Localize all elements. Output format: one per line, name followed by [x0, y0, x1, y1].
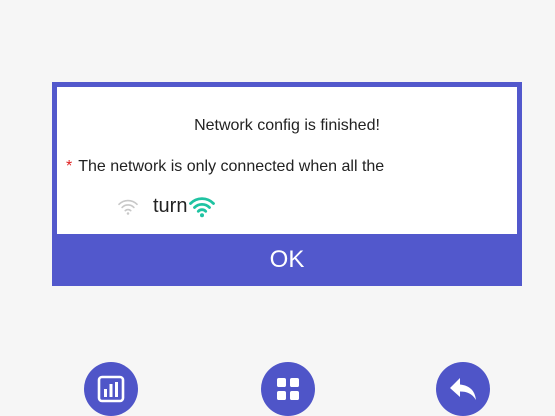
grid-menu-icon: [277, 378, 299, 400]
warning-star: *: [66, 158, 73, 175]
warning-text: The network is only connected when all t…: [78, 158, 385, 175]
menu-button[interactable]: [261, 362, 315, 416]
stats-button[interactable]: [84, 362, 138, 416]
network-config-dialog: Network config is finished! * The network…: [52, 82, 522, 286]
dialog-content: Network config is finished! * The network…: [57, 87, 517, 234]
warning-message: * The network is only connected when all …: [66, 158, 384, 176]
wifi-turn-label: turn: [153, 195, 188, 217]
dialog-title: Network config is finished!: [194, 117, 380, 134]
back-button[interactable]: [436, 362, 490, 416]
wifi-on-icon: [189, 196, 216, 217]
bar-chart-icon: [97, 375, 125, 403]
back-arrow-icon: [450, 378, 476, 400]
wifi-status-row: turn: [117, 195, 216, 218]
ok-button[interactable]: OK: [52, 234, 522, 286]
wifi-off-icon: [118, 199, 138, 215]
